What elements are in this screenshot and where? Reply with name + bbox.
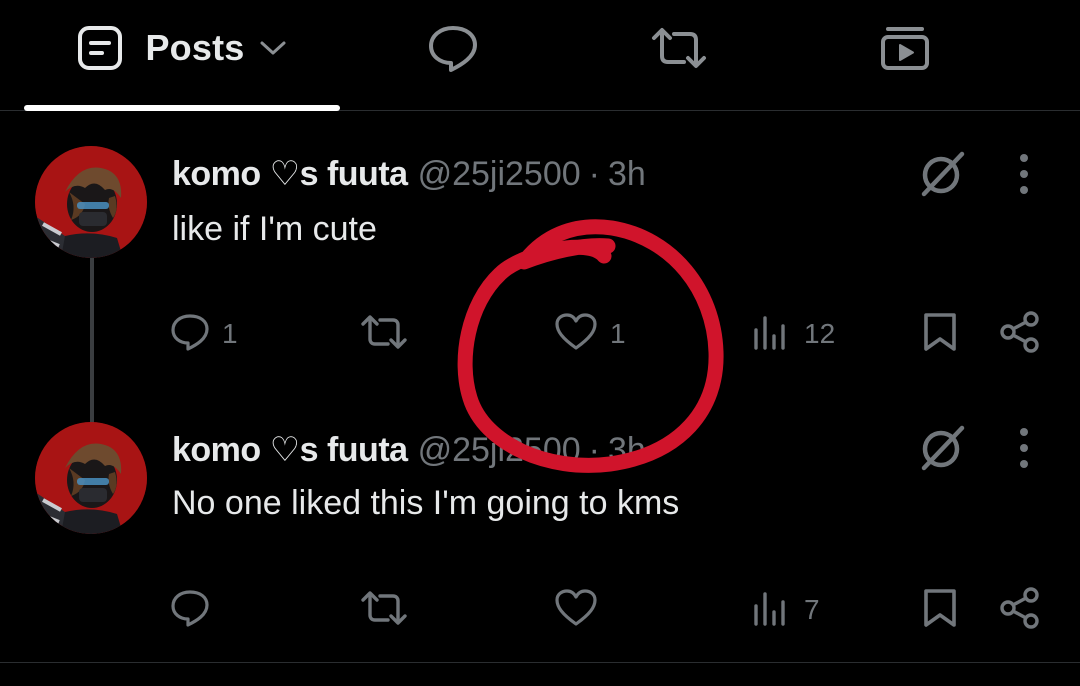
view-count: 7 xyxy=(804,594,820,625)
replies-icon xyxy=(427,23,479,73)
user-handle[interactable]: @25ji2500 xyxy=(418,155,581,194)
post-text: like if I'm cute xyxy=(172,210,377,248)
post-item[interactable]: komo ♡s fuuta @25ji2500 · 3h like if I'm… xyxy=(0,110,1080,428)
timestamp[interactable]: 3h xyxy=(608,431,646,470)
view-count: 12 xyxy=(804,318,836,349)
tab-posts-label: Posts xyxy=(145,27,245,68)
views-button[interactable]: 12 xyxy=(752,308,835,360)
repost-icon xyxy=(360,590,408,631)
post-text: No one liked this I'm going to kms xyxy=(172,484,680,522)
reply-icon xyxy=(170,589,210,632)
grok-icon[interactable] xyxy=(916,422,968,474)
avatar[interactable] xyxy=(35,146,147,258)
tab-replies[interactable] xyxy=(400,0,506,96)
profile-timeline: Posts komo ♡s fuuta @25ji2500 · 3h like … xyxy=(0,0,1080,686)
bookmark-icon xyxy=(920,587,960,634)
share-button[interactable] xyxy=(998,308,1042,360)
profile-tab-bar: Posts xyxy=(0,0,1080,111)
more-options-icon[interactable] xyxy=(1006,150,1042,198)
media-icon xyxy=(880,25,930,71)
more-options-icon[interactable] xyxy=(1006,424,1042,472)
repost-icon xyxy=(360,314,408,355)
like-button[interactable]: 1 xyxy=(554,308,626,360)
reply-button[interactable] xyxy=(170,584,222,636)
tab-media[interactable] xyxy=(852,0,958,96)
bookmark-icon xyxy=(920,311,960,358)
avatar[interactable] xyxy=(35,422,147,534)
posts-icon xyxy=(77,25,123,71)
display-name[interactable]: komo ♡s fuuta xyxy=(172,154,408,194)
share-button[interactable] xyxy=(998,584,1042,636)
reply-icon xyxy=(170,313,210,356)
reply-count: 1 xyxy=(222,318,238,349)
views-icon xyxy=(752,590,792,631)
separator-dot: · xyxy=(588,155,600,193)
display-name[interactable]: komo ♡s fuuta xyxy=(172,430,408,470)
views-button[interactable]: 7 xyxy=(752,584,820,636)
views-icon xyxy=(752,314,792,355)
share-icon xyxy=(998,586,1042,635)
chevron-down-icon[interactable] xyxy=(259,39,287,57)
bookmark-button[interactable] xyxy=(920,308,960,360)
like-count: 1 xyxy=(610,318,626,349)
timestamp[interactable]: 3h xyxy=(608,155,646,194)
post-header: komo ♡s fuuta @25ji2500 · 3h xyxy=(172,430,646,474)
like-button[interactable] xyxy=(554,584,610,636)
feed-divider xyxy=(0,662,1080,663)
share-icon xyxy=(998,310,1042,359)
reply-button[interactable]: 1 xyxy=(170,308,238,360)
heart-icon xyxy=(554,588,598,633)
post-actions: 1 1 12 xyxy=(0,308,1080,360)
separator-dot: · xyxy=(588,431,600,469)
tab-reposts[interactable] xyxy=(626,0,732,96)
repost-button[interactable] xyxy=(360,584,420,636)
post-header: komo ♡s fuuta @25ji2500 · 3h xyxy=(172,154,646,198)
post-actions: 7 xyxy=(0,584,1080,636)
grok-icon[interactable] xyxy=(916,148,968,200)
reposts-icon xyxy=(650,26,708,70)
heart-icon xyxy=(554,312,598,357)
user-handle[interactable]: @25ji2500 xyxy=(418,431,581,470)
repost-button[interactable] xyxy=(360,308,420,360)
bookmark-button[interactable] xyxy=(920,584,960,636)
post-item[interactable]: komo ♡s fuuta @25ji2500 · 3h No one like… xyxy=(0,422,1080,664)
tab-posts[interactable]: Posts xyxy=(24,0,340,96)
